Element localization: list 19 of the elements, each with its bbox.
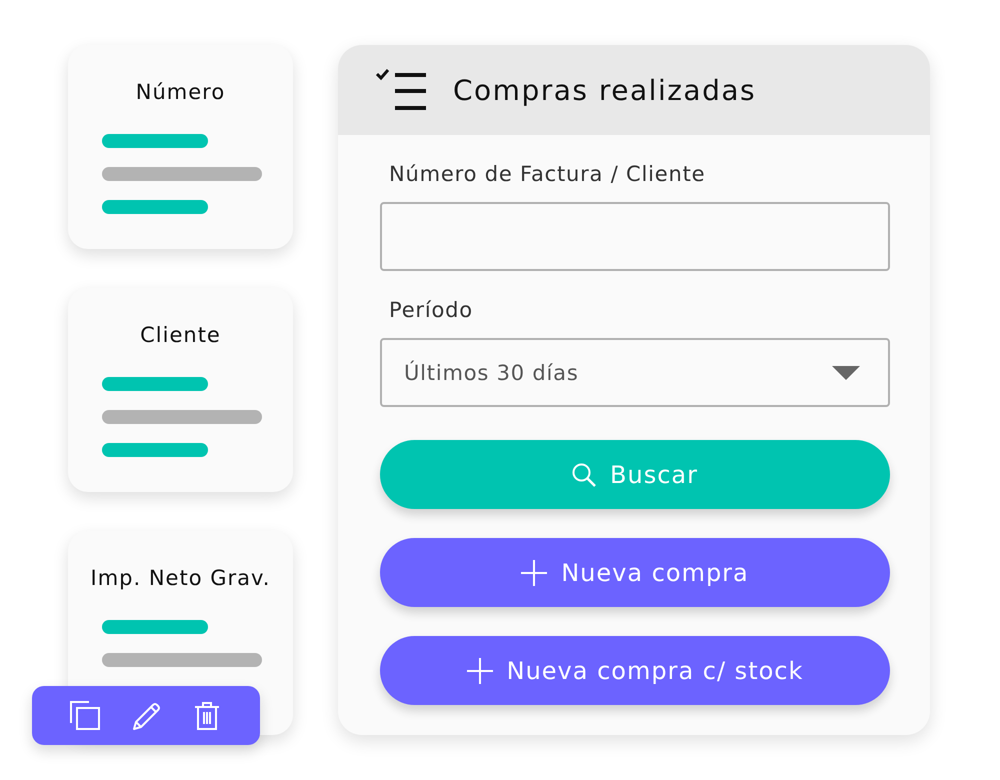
period-dropdown[interactable]: Últimos 30 días (380, 338, 890, 407)
pencil-icon[interactable] (132, 700, 162, 730)
card-title: Cliente (140, 322, 221, 349)
add-button[interactable]: Nueva compra c/ stock (380, 636, 890, 705)
search-icon (572, 462, 596, 486)
copy-icon[interactable] (70, 701, 100, 730)
field-label: Período (389, 297, 473, 323)
panel-title: Compras realizadas (453, 74, 756, 106)
input-field[interactable] (380, 202, 890, 271)
plus-icon (466, 658, 493, 684)
trash-icon[interactable] (194, 700, 220, 730)
checklist-icon (376, 69, 427, 111)
caret-icon (832, 366, 860, 380)
card-title: Número (136, 79, 226, 106)
search-button[interactable]: Buscar (380, 440, 890, 509)
card-title: Imp. Neto Grav. (90, 565, 270, 592)
plus-icon (521, 560, 548, 586)
add-button[interactable]: Nueva compra (380, 538, 890, 607)
field-label: Número de Factura / Cliente (389, 161, 706, 187)
